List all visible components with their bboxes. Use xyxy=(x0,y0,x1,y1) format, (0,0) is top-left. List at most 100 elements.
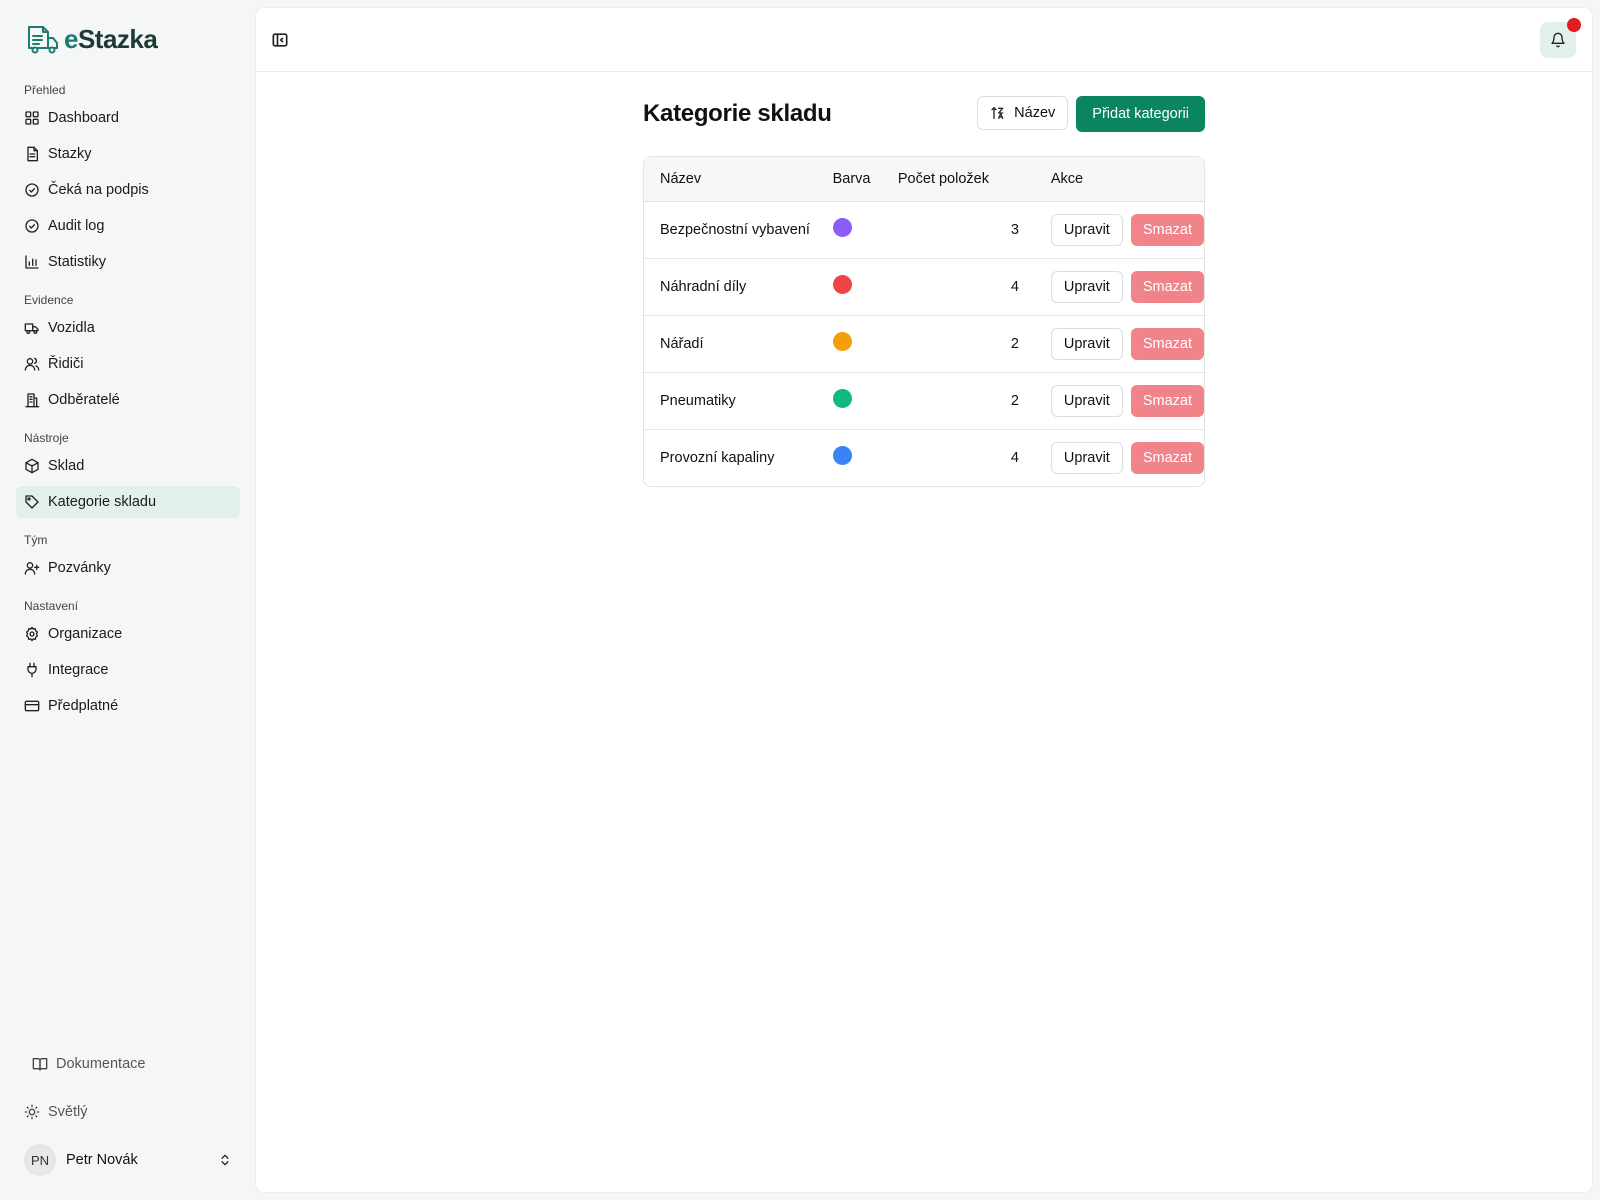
sidebar-item-pozvanky[interactable]: Pozvánky xyxy=(16,552,240,584)
theme-label: Světlý xyxy=(48,1104,88,1120)
credit-card-icon xyxy=(24,700,40,712)
header-count[interactable]: Počet položek xyxy=(897,157,1019,202)
sidebar-item-dashboard[interactable]: Dashboard xyxy=(16,102,240,134)
bar-chart-icon xyxy=(25,255,39,269)
sidebar-item-ceka-na-podpis[interactable]: Čeká na podpis xyxy=(16,174,240,206)
sidebar: eStazka Přehled Dashboard Stazky Čeká na po… xyxy=(0,0,256,1200)
category-name: Náhradní díly xyxy=(644,258,833,316)
check-circle-icon xyxy=(25,183,39,197)
color-swatch xyxy=(832,446,852,466)
sidebar-item-label: Řidiči xyxy=(48,356,84,372)
sidebar-item-label: Dashboard xyxy=(48,110,119,126)
delete-button[interactable]: Smazat xyxy=(1130,384,1204,417)
sidebar-item-ridici[interactable]: Řidiči xyxy=(16,348,240,380)
sun-icon xyxy=(24,1104,40,1120)
sidebar-item-sklad[interactable]: Sklad xyxy=(16,450,240,482)
sidebar-item-odberatele[interactable]: Odběratelé xyxy=(16,384,240,416)
delete-button[interactable]: Smazat xyxy=(1130,441,1204,474)
category-color-cell xyxy=(832,315,898,373)
check-circle-icon xyxy=(25,219,39,233)
category-color-cell xyxy=(832,429,898,486)
color-swatch xyxy=(832,332,852,351)
header-name[interactable]: Název xyxy=(644,157,833,202)
sidebar-item-integrace[interactable]: Integrace xyxy=(16,654,240,686)
nav-section: Nástroje Sklad Kategorie skladu xyxy=(16,426,240,518)
row-actions: Upravit Smazat xyxy=(1050,384,1204,417)
sort-button[interactable]: Název xyxy=(977,96,1069,130)
category-color-cell xyxy=(832,201,898,259)
docs-link[interactable]: Dokumentace xyxy=(16,1048,240,1080)
table-header-row: Název Barva Počet položek Akce xyxy=(644,157,1204,202)
nav-section-label: Tým xyxy=(24,533,48,547)
nav-section-label: Nástroje xyxy=(24,431,69,445)
package-icon xyxy=(25,458,39,474)
delete-button[interactable]: Smazat xyxy=(1130,327,1204,360)
table-row: Provozní kapaliny 4 Upravit Smazat xyxy=(644,429,1204,486)
theme-toggle[interactable]: Světlý xyxy=(16,1096,240,1128)
sidebar-item-label: Sklad xyxy=(48,458,85,474)
users-icon xyxy=(24,357,40,371)
table-row: Náhradní díly 4 Upravit Smazat xyxy=(644,258,1204,316)
edit-button[interactable]: Upravit xyxy=(1050,213,1123,246)
sidebar-item-label: Organizace xyxy=(48,626,123,642)
edit-button[interactable]: Upravit xyxy=(1050,384,1123,417)
avatar: PN xyxy=(24,1144,56,1176)
sidebar-item-statistiky[interactable]: Statistiky xyxy=(16,246,240,278)
edit-button[interactable]: Upravit xyxy=(1050,327,1123,360)
sidebar-item-predplatne[interactable]: Předplatné xyxy=(16,690,240,722)
book-icon xyxy=(32,1058,48,1071)
user-menu[interactable]: PN Petr Novák xyxy=(24,1143,232,1177)
edit-button[interactable]: Upravit xyxy=(1050,441,1123,474)
delete-button[interactable]: Smazat xyxy=(1130,213,1204,246)
row-actions: Upravit Smazat xyxy=(1050,441,1204,474)
header-actions: Název Přidat kategorii xyxy=(977,96,1205,132)
nav-section: Nastavení Organizace Integrace Předplatné xyxy=(16,594,240,722)
notification-badge xyxy=(1567,18,1581,32)
theme-section: Světlý xyxy=(16,1096,240,1128)
category-color-cell xyxy=(832,372,898,430)
docs-section: Dokumentace xyxy=(16,1048,240,1080)
sidebar-item-organizace[interactable]: Organizace xyxy=(16,618,240,650)
color-swatch xyxy=(832,389,852,408)
category-actions: Upravit Smazat xyxy=(1018,258,1204,316)
row-actions: Upravit Smazat xyxy=(1050,327,1204,360)
user-plus-icon xyxy=(24,562,40,575)
header-actions: Akce xyxy=(1018,157,1204,202)
notifications-button[interactable] xyxy=(1540,18,1581,58)
main-panel: Kategorie skladu Název Přidat kategorii … xyxy=(256,8,1592,1192)
table-body: Bezpečnostní vybavení 3 Upravit Smazat N… xyxy=(644,201,1204,486)
truck-document-icon xyxy=(28,26,58,54)
grid-icon xyxy=(25,111,39,125)
category-count: 2 xyxy=(897,315,1019,373)
gear-icon xyxy=(26,626,38,642)
bell-icon xyxy=(1551,32,1565,48)
sidebar-item-label: Integrace xyxy=(48,662,109,678)
sidebar-item-vozidla[interactable]: Vozidla xyxy=(16,312,240,344)
edit-button[interactable]: Upravit xyxy=(1050,270,1123,303)
sidebar-item-audit-log[interactable]: Audit log xyxy=(16,210,240,242)
content: Kategorie skladu Název Přidat kategorii … xyxy=(643,96,1205,487)
sidebar-item-kategorie-skladu[interactable]: Kategorie skladu xyxy=(16,486,240,518)
sidebar-item-label: Statistiky xyxy=(48,254,107,270)
category-actions: Upravit Smazat xyxy=(1018,201,1204,259)
header-color[interactable]: Barva xyxy=(832,157,898,202)
sidebar-item-label: Audit log xyxy=(48,218,105,234)
sidebar-toggle-icon[interactable] xyxy=(270,30,290,50)
category-count: 4 xyxy=(897,258,1019,316)
sidebar-item-label: Vozidla xyxy=(48,320,95,336)
table-row: Nářadí 2 Upravit Smazat xyxy=(644,315,1204,373)
nav-section: Evidence Vozidla Řidiči Odběratelé xyxy=(16,288,240,416)
sidebar-item-stazky[interactable]: Stazky xyxy=(16,138,240,170)
brand-logo[interactable]: eStazka xyxy=(26,22,158,56)
chevrons-up-down-icon xyxy=(221,1154,229,1166)
category-actions: Upravit Smazat xyxy=(1018,315,1204,373)
sidebar-item-label: Odběratelé xyxy=(48,392,120,408)
top-bar xyxy=(256,8,1592,72)
category-name: Provozní kapaliny xyxy=(660,449,775,466)
delete-button[interactable]: Smazat xyxy=(1130,270,1204,303)
color-swatch xyxy=(832,218,852,237)
sidebar-item-label: Předplatné xyxy=(48,698,119,714)
add-category-button[interactable]: Přidat kategorii xyxy=(1076,96,1205,132)
docs-label: Dokumentace xyxy=(56,1056,146,1072)
nav-section: Tým Pozvánky xyxy=(16,528,240,584)
